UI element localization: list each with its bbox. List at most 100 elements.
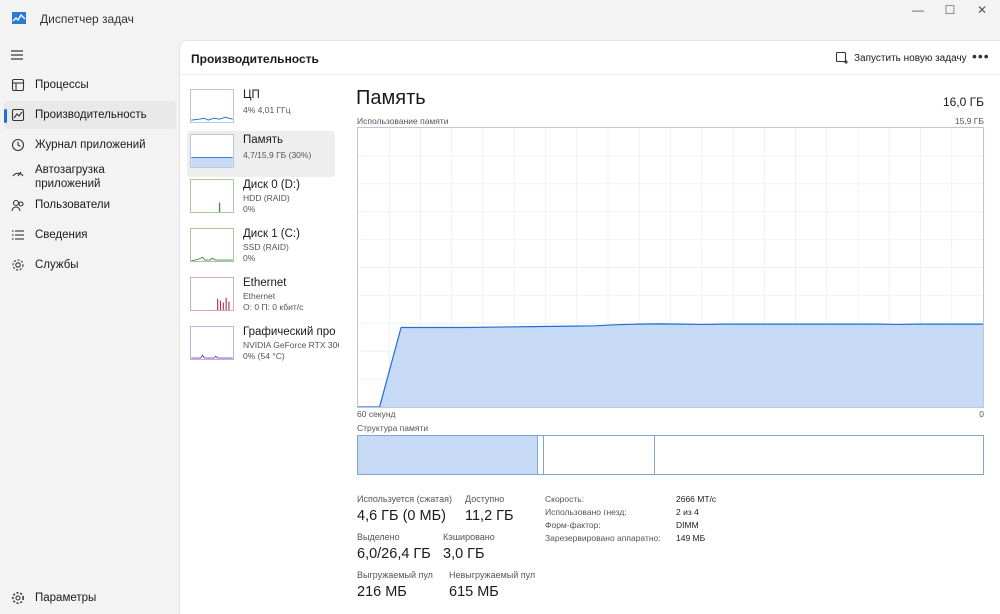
memory-structure-bar [357,435,984,475]
gpu-thumbnail [190,326,234,360]
more-options-button[interactable]: ••• [972,48,990,64]
new-task-icon [835,51,848,64]
paged-pool-label: Выгружаемый пул [357,570,433,580]
form-factor-value: DIMM [676,520,699,530]
ethernet-thumbnail [190,277,234,311]
disk-0-thumbnail [190,179,234,213]
sidebar-item-label: Пользователи [35,199,111,211]
main-panel: Производительность Запустить новую задач… [179,40,1000,614]
device-disk-1[interactable]: Диск 1 (C:) SSD (RAID) 0% [187,225,335,271]
device-gpu[interactable]: Графический про NVIDIA GeForce RTX 30€ 0… [187,323,339,369]
cpu-thumbnail [190,89,234,123]
slots-label: Использовано гнезд: [545,507,627,517]
device-usage: 0% [243,204,256,214]
sidebar-item-label: Процессы [35,79,89,91]
standby-segment [543,436,655,474]
form-factor-label: Форм-фактор: [545,520,601,530]
hardware-reserved-value: 149 МБ [676,533,706,543]
device-ethernet[interactable]: Ethernet Ethernet О: 0 П: 0 кбит/с [187,274,335,320]
sidebar-item-label: Производительность [35,109,147,121]
device-name: Диск 0 (D:) [243,179,300,191]
device-name: ЦП [243,89,260,101]
in-use-value: 4,6 ГБ (0 МБ) [357,508,446,524]
maximize-button[interactable]: ☐ [932,0,968,20]
slots-value: 2 из 4 [676,507,699,517]
startup-icon [10,165,26,181]
device-usage: 0% (54 °C) [243,351,285,361]
task-manager-icon [12,12,26,24]
device-name: Графический про [243,326,335,338]
memory-total: 16,0 ГБ [942,95,984,109]
app-title: Диспетчер задач [40,12,134,26]
app-history-icon [10,137,26,153]
memory-thumbnail [190,134,234,168]
sidebar-item-label: Сведения [35,229,88,241]
close-button[interactable]: ✕ [964,0,1000,20]
usage-max: 15,9 ГБ [954,116,984,126]
speed-value: 2666 MT/c [676,494,717,504]
hardware-reserved-label: Зарезервировано аппаратно: [545,533,661,543]
device-memory[interactable]: Память 4,7/15,9 ГБ (30%) [187,131,335,177]
device-type: HDD (RAID) [243,193,290,203]
sidebar-item-details[interactable]: Сведения [4,221,176,249]
in-use-label: Используется (сжатая) [357,494,452,504]
sidebar-item-startup[interactable]: Автозагрузка приложений [4,161,176,195]
memory-title: Память [356,87,426,109]
device-type: SSD (RAID) [243,242,289,252]
sidebar-item-app-history[interactable]: Журнал приложений [4,131,176,159]
committed-label: Выделено [357,532,400,542]
gear-icon [10,590,26,606]
cached-value: 3,0 ГБ [443,546,485,562]
device-disk-0[interactable]: Диск 0 (D:) HDD (RAID) 0% [187,176,335,222]
paged-pool-value: 216 МБ [357,584,407,600]
memory-usage-graph [357,127,984,408]
device-detail: 4% 4,01 ГГц [243,105,291,115]
device-throughput: О: 0 П: 0 кбит/с [243,302,304,312]
performance-icon [10,107,26,123]
run-new-task-button[interactable]: Запустить новую задачу [835,49,967,67]
device-usage: 0% [243,253,256,263]
committed-value: 6,0/26,4 ГБ [357,546,431,562]
services-icon [10,257,26,273]
structure-label: Структура памяти [357,423,429,433]
nonpaged-pool-value: 615 МБ [449,584,499,600]
sidebar-item-label: Параметры [35,592,97,604]
sidebar-item-label: Службы [35,259,79,271]
device-type: NVIDIA GeForce RTX 30€ [243,340,339,350]
sidebar-item-label: Журнал приложений [35,139,146,151]
device-name: Диск 1 (C:) [243,228,300,240]
details-icon [10,227,26,243]
hamburger-menu-icon[interactable] [10,48,24,62]
sidebar-item-performance[interactable]: Производительность [4,101,176,129]
minimize-button[interactable]: — [900,0,936,20]
disk-1-thumbnail [190,228,234,262]
sidebar-item-label: Автозагрузка приложений [35,164,105,190]
sidebar-item-services[interactable]: Службы [4,251,176,279]
run-new-task-label: Запустить новую задачу [854,52,967,64]
sidebar: Процессы Производительность Журнал прило… [0,40,178,614]
axis-right-label: 0 [979,409,984,419]
available-label: Доступно [465,494,505,504]
title-bar: Диспетчер задач — ☐ ✕ [0,0,1000,38]
free-segment [654,436,983,474]
sidebar-item-settings[interactable]: Параметры [4,584,176,612]
usage-area [358,323,983,407]
cached-label: Кэшировано [443,532,495,542]
in-use-segment [358,436,538,474]
main-header: Производительность Запустить новую задач… [180,41,1000,75]
sidebar-item-users[interactable]: Пользователи [4,191,176,219]
device-type: Ethernet [243,291,276,301]
page-title: Производительность [191,52,319,66]
sidebar-item-processes[interactable]: Процессы [4,71,176,99]
axis-left-label: 60 секунд [357,409,396,419]
users-icon [10,197,26,213]
device-name: Ethernet [243,277,287,289]
device-cpu[interactable]: ЦП 4% 4,01 ГГц [187,86,335,132]
nonpaged-pool-label: Невыгружаемый пул [449,570,536,580]
speed-label: Скорость: [545,494,585,504]
processes-icon [10,77,26,93]
device-detail: 4,7/15,9 ГБ (30%) [243,150,312,160]
device-name: Память [243,134,284,146]
usage-label: Использование памяти [357,116,449,126]
active-indicator [4,109,7,123]
